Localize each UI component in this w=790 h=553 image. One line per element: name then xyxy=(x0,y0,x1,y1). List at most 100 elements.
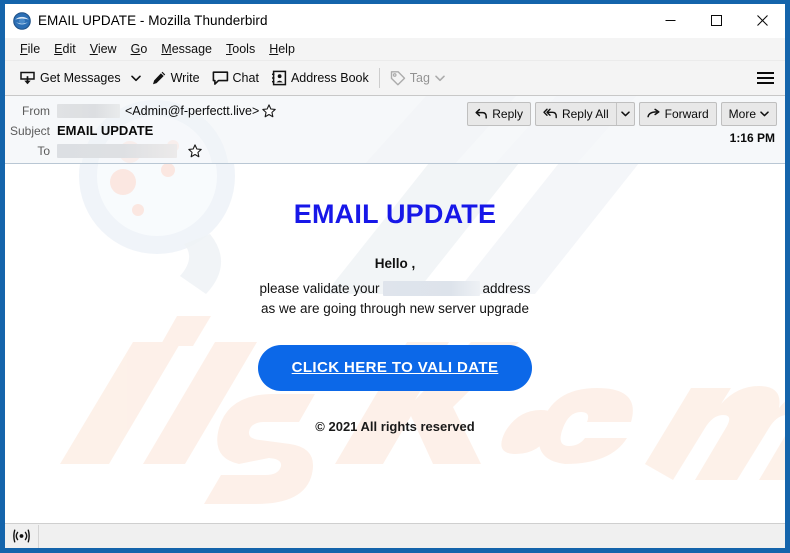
close-button[interactable] xyxy=(739,4,785,37)
from-star-icon[interactable] xyxy=(262,103,277,118)
forward-arrow-icon xyxy=(646,108,661,120)
menu-go-label: o xyxy=(140,41,148,56)
reply-all-dropdown[interactable] xyxy=(615,103,634,125)
menu-help[interactable]: Help xyxy=(262,40,302,59)
get-messages-label: Get Messages xyxy=(40,71,121,85)
pencil-icon xyxy=(151,70,167,86)
email-line-1: please validate your address xyxy=(5,279,785,299)
hamburger-menu-icon-bar xyxy=(756,82,774,84)
address-book-label: Address Book xyxy=(290,71,369,85)
toolbar-separator xyxy=(378,68,380,88)
status-bar xyxy=(5,523,785,548)
minimize-button[interactable] xyxy=(647,4,693,37)
message-header-pane: From <Admin@f-perfectt.live> Subject EMA… xyxy=(5,96,785,164)
to-value xyxy=(57,143,202,158)
message-actions: Reply Reply All Forward More xyxy=(467,102,777,126)
address-book-icon xyxy=(271,70,287,86)
reply-all-split-button: Reply All xyxy=(534,102,635,126)
email-line-1-suffix: address xyxy=(482,280,531,296)
menu-file[interactable]: File xyxy=(13,40,47,59)
email-line-1-prefix: please validate your xyxy=(259,280,380,296)
menu-tools-label: ools xyxy=(232,41,256,56)
chevron-down-icon xyxy=(130,75,141,81)
reply-all-arrow-icon xyxy=(543,108,558,120)
broadcast-signal-icon xyxy=(13,529,30,543)
email-copyright: © 2021 All rights reserved xyxy=(315,419,475,435)
to-row: To xyxy=(5,141,785,160)
address-book-button[interactable]: Address Book xyxy=(265,65,375,91)
menu-message-label: essage xyxy=(171,41,213,56)
from-address[interactable]: <Admin@f-perfectt.live> xyxy=(125,104,259,118)
email-content: EMAIL UPDATE Hello , please validate you… xyxy=(5,164,785,434)
forward-label: Forward xyxy=(664,107,709,121)
email-greeting: Hello , xyxy=(374,255,416,271)
email-line-2: as we are going through new server upgra… xyxy=(261,300,529,316)
subject-value: EMAIL UPDATE xyxy=(57,123,154,138)
more-label: More xyxy=(728,107,756,121)
more-button[interactable]: More xyxy=(720,102,777,126)
status-broadcast-button[interactable] xyxy=(5,524,39,548)
to-star-icon[interactable] xyxy=(188,143,202,158)
menu-edit-accesskey: E xyxy=(54,41,63,56)
menu-help-accesskey: H xyxy=(269,41,279,56)
hamburger-menu-icon-bar xyxy=(756,72,774,74)
window-controls xyxy=(647,4,785,37)
reply-arrow-icon xyxy=(475,108,488,120)
minimize-icon xyxy=(665,20,675,21)
cta-container: CLICK HERE TO VALI DATE xyxy=(5,345,785,392)
tag-chevron-down-icon xyxy=(435,75,445,82)
hamburger-menu-icon-bar xyxy=(756,77,774,79)
tag-button[interactable]: Tag xyxy=(384,65,451,91)
more-chevron-down-icon xyxy=(760,111,769,117)
thunderbird-window: EMAIL UPDATE - Mozilla Thunderbird File … xyxy=(0,0,790,553)
get-messages-icon xyxy=(19,70,36,87)
thunderbird-logo-icon xyxy=(13,11,31,30)
forward-button[interactable]: Forward xyxy=(638,102,717,126)
subject-label: Subject xyxy=(9,123,50,138)
reply-all-button[interactable]: Reply All xyxy=(536,103,616,125)
title-bar: EMAIL UPDATE - Mozilla Thunderbird xyxy=(5,4,785,38)
menu-bar: File Edit View Go Message Tools Help xyxy=(5,38,785,61)
tag-icon xyxy=(390,70,406,86)
cta-label: CLICK HERE TO VALI DATE xyxy=(291,359,499,377)
app-menu-button[interactable] xyxy=(753,66,777,90)
to-recipient-redaction xyxy=(57,143,177,158)
get-messages-dropdown[interactable] xyxy=(127,65,145,91)
window-client-area: EMAIL UPDATE - Mozilla Thunderbird File … xyxy=(5,4,785,548)
email-heading: EMAIL UPDATE xyxy=(293,199,497,229)
message-body-pane: EMAIL UPDATE Hello , please validate you… xyxy=(5,164,785,523)
message-timestamp: 1:16 PM xyxy=(729,131,775,145)
maximize-icon xyxy=(710,15,722,26)
menu-edit[interactable]: Edit xyxy=(47,40,83,59)
reply-button[interactable]: Reply xyxy=(467,102,531,126)
chat-label: Chat xyxy=(232,71,259,85)
menu-file-accesskey: F xyxy=(20,41,28,56)
chat-button[interactable]: Chat xyxy=(206,65,265,91)
validate-link-button[interactable]: CLICK HERE TO VALI DATE xyxy=(257,345,533,392)
menu-file-label: ile xyxy=(27,41,41,56)
menu-view[interactable]: View xyxy=(83,40,124,59)
menu-go[interactable]: Go xyxy=(124,40,155,59)
menu-view-accesskey: V xyxy=(89,41,98,56)
chevron-down-icon xyxy=(620,111,630,117)
reply-label: Reply xyxy=(492,107,523,121)
main-toolbar: Get Messages Write Chat Address Book Tag xyxy=(5,61,785,96)
tag-label: Tag xyxy=(409,71,430,85)
chat-bubble-icon xyxy=(212,70,229,86)
menu-message[interactable]: Message xyxy=(154,40,219,59)
from-name-redaction xyxy=(57,103,120,118)
menu-tools[interactable]: Tools xyxy=(219,40,262,59)
write-label: Write xyxy=(170,71,200,85)
from-label: From xyxy=(22,103,50,118)
to-label: To xyxy=(37,143,50,158)
get-messages-button[interactable]: Get Messages xyxy=(13,65,127,91)
email-address-redaction xyxy=(382,281,480,297)
menu-view-label: iew xyxy=(97,41,117,56)
write-button[interactable]: Write xyxy=(145,65,206,91)
reply-all-label: Reply All xyxy=(561,107,609,121)
menu-go-accesskey: G xyxy=(130,41,141,56)
close-icon xyxy=(756,15,768,26)
from-value: <Admin@f-perfectt.live> xyxy=(57,103,277,118)
menu-help-label: elp xyxy=(278,41,295,56)
maximize-button[interactable] xyxy=(693,4,739,37)
